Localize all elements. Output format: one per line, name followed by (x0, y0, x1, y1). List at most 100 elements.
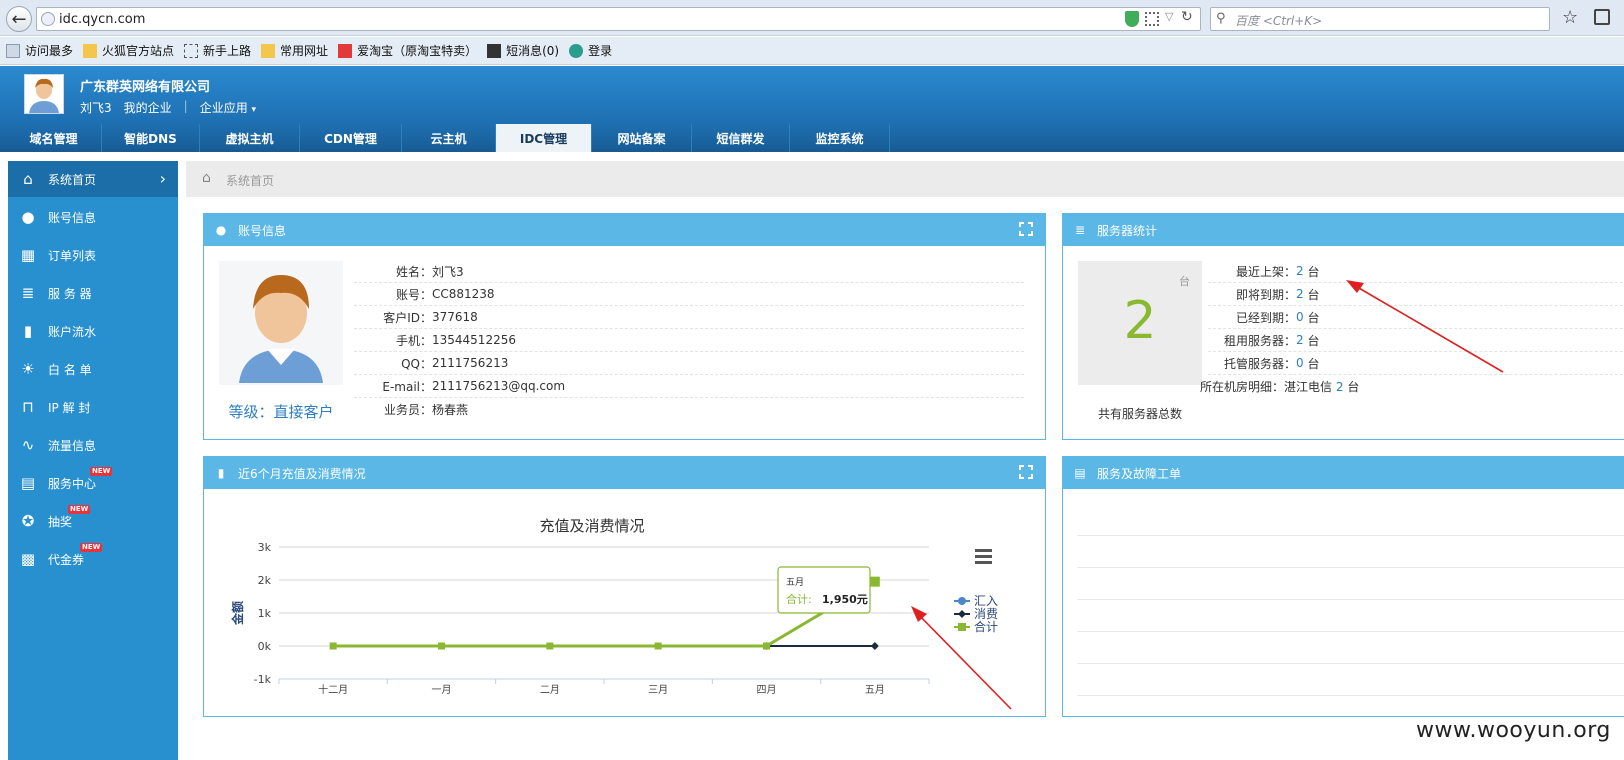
bookmark-common-sites[interactable]: 常用网址 (261, 42, 328, 59)
data-point (654, 642, 662, 650)
sidebar-item-vouchers[interactable]: ▩ 代金券 NEW (8, 541, 178, 577)
sun-icon: ☀ (21, 360, 35, 378)
y-tick-label: 0k (258, 640, 272, 653)
sidebar-item-billing[interactable]: ▮ 账户流水 (8, 313, 178, 349)
total-caption: 共有服务器总数 (1097, 407, 1182, 421)
user-icon: ● (21, 208, 35, 226)
chart: 充值及消费情况金额3k2k1k0k-1k十二月 一月 二月 三月 四月 五月五月合计: 1… (230, 517, 998, 696)
avatar[interactable] (24, 74, 64, 114)
bookmark-getting-started[interactable]: 新手上路 (184, 42, 251, 59)
bookmark-messages[interactable]: 短消息(0) (487, 42, 559, 59)
server-total-box: 台 2 (1078, 261, 1202, 385)
account-panel: ● 账号信息 等级：直接客户 姓名： 刘飞3 账号： CC881238 客户ID： 37… (203, 213, 1046, 440)
x-tick-label: 十二月 (318, 683, 348, 696)
sidebar-item-service-center[interactable]: ▤ 服务中心 NEW (8, 465, 178, 501)
tooltip-title: 五月 (786, 577, 804, 588)
sidebar: ⌂ 系统首页 › ● 账号信息 ▦ 订单列表 ≣ 服 务 器 ▮ 账户流水 ☀ 白 名 单 … (8, 161, 178, 760)
search-placeholder: 百度 <Ctrl+K> (1235, 14, 1323, 28)
panel-title: 服务器统计 (1097, 223, 1158, 238)
expand-icon[interactable] (1019, 465, 1033, 479)
new-badge: NEW (80, 543, 103, 552)
panel-title: 近6个月充值及消费情况 (238, 466, 366, 481)
tab-monitor[interactable]: 监控系统 (790, 124, 890, 152)
menu-icon (975, 561, 992, 564)
search-icon: ⚲ (1216, 11, 1226, 26)
tab-cdn[interactable]: CDN管理 (300, 124, 402, 152)
watermark: www.wooyun.org (1416, 718, 1611, 743)
tab-sms[interactable]: 短信群发 (692, 124, 790, 152)
reload-icon[interactable]: ↻ (1181, 9, 1193, 25)
divider (1077, 599, 1624, 600)
home-icon[interactable]: ⌂ (202, 170, 211, 186)
user-name-link[interactable]: 刘飞3 (80, 99, 112, 116)
divider (1077, 663, 1624, 664)
tooltip-value: 1,950元 (822, 593, 868, 606)
panel-header: ▤ 服务及故障工单 (1063, 457, 1624, 489)
bookmark-firefox-site[interactable]: 火狐官方站点 (83, 42, 174, 59)
clipboard-icon: ▤ (20, 474, 36, 492)
x-tick-label: 四月 (757, 684, 777, 696)
info-row: QQ： 2111756213 (354, 352, 1024, 375)
calendar-icon: ▦ (20, 246, 36, 264)
tab-domain[interactable]: 域名管理 (6, 124, 102, 152)
bookmarks-bar: 访问最多 火狐官方站点 新手上路 常用网址 爱淘宝（原淘宝特卖） 短消息(0) … (0, 37, 1624, 65)
sidebar-item-traffic[interactable]: ∿ 流量信息 (8, 427, 178, 463)
clipboard-icon: ▤ (1074, 466, 1086, 480)
stat-row: 租用服务器： 2 台 (1208, 329, 1624, 352)
legend-marker (958, 623, 966, 631)
panel-title: 服务及故障工单 (1097, 466, 1182, 481)
new-badge: NEW (90, 467, 113, 476)
sidebar-item-whitelist[interactable]: ☀ 白 名 单 (8, 351, 178, 387)
chart-title: 充值及消费情况 (539, 517, 644, 535)
user-icon: ● (215, 223, 227, 237)
unit-label: 台 (1179, 275, 1190, 288)
chevron-right-icon: › (159, 169, 166, 188)
back-button[interactable]: ← (6, 6, 32, 32)
browser-toolbar: ← idc.qycn.com ▽ ↻ ⚲ 百度 <Ctrl+K> ☆ (0, 0, 1624, 36)
dropdown-icon[interactable]: ▽ (1165, 10, 1173, 23)
customer-level: 等级：直接客户 (228, 403, 334, 421)
main-tabs: 域名管理 智能DNS 虚拟主机 CDN管理 云主机 IDC管理 网站备案 短信群… (0, 124, 1624, 152)
bar-chart-icon: ▮ (217, 466, 225, 480)
server-stats-panel: ≣ 服务器统计 台 2 共有服务器总数 最近上架： 2 台 即将到期： 2 台 已经到… (1062, 213, 1624, 440)
sidebar-item-account[interactable]: ● 账号信息 (8, 199, 178, 235)
app-header: 广东群英网络有限公司 刘飞3 我的企业 | 企业应用 ▾ (0, 66, 1624, 124)
bar-chart-icon: ▮ (23, 322, 33, 340)
my-enterprise-link[interactable]: 我的企业 (124, 99, 172, 116)
shield-icon[interactable] (1125, 11, 1139, 27)
sidebar-item-home[interactable]: ⌂ 系统首页 › (8, 161, 178, 197)
tab-vhost[interactable]: 虚拟主机 (200, 124, 300, 152)
legend-label: 汇入 (974, 594, 998, 608)
reading-list-icon[interactable] (1594, 9, 1610, 25)
star-icon[interactable]: ☆ (1562, 7, 1578, 28)
sidebar-item-lottery[interactable]: ✪ 抽奖 NEW (8, 503, 178, 539)
qrcode-icon[interactable] (1145, 12, 1159, 26)
sidebar-item-orders[interactable]: ▦ 订单列表 (8, 237, 178, 273)
search-box[interactable]: ⚲ 百度 <Ctrl+K> (1210, 7, 1550, 31)
panel-header: ≣ 服务器统计 (1063, 214, 1624, 246)
tab-cloud[interactable]: 云主机 (402, 124, 496, 152)
tab-icp[interactable]: 网站备案 (592, 124, 692, 152)
bookmark-most-visited[interactable]: 访问最多 (6, 42, 73, 59)
message-icon (487, 43, 502, 58)
taobao-icon (338, 43, 353, 58)
y-tick-label: 1k (258, 607, 272, 620)
stat-row: 即将到期： 2 台 (1208, 283, 1624, 306)
data-point (763, 642, 770, 650)
y-axis-label: 金额 (230, 601, 245, 626)
chart-panel: ▮ 近6个月充值及消费情况 充值及消费情况 金额 3k 2k 1k 0k -1k 十二月 一月 二月… (203, 456, 1046, 717)
tab-idc[interactable]: IDC管理 (496, 124, 592, 152)
enterprise-apps-link[interactable]: 企业应用 ▾ (200, 99, 256, 116)
data-point (869, 576, 880, 587)
sidebar-item-servers[interactable]: ≣ 服 务 器 (8, 275, 178, 311)
qrcode-icon: ▩ (20, 550, 36, 568)
address-bar[interactable]: idc.qycn.com ▽ ↻ (36, 7, 1201, 31)
tab-dns[interactable]: 智能DNS (102, 124, 200, 152)
stat-row: 托管服务器： 0 台 (1208, 352, 1624, 375)
sidebar-item-ip-unblock[interactable]: ⊓ IP 解 封 (8, 389, 178, 425)
bookmark-aitaobao[interactable]: 爱淘宝（原淘宝特卖） (338, 42, 477, 59)
bookmark-login[interactable]: 登录 (569, 42, 612, 59)
expand-icon[interactable] (1019, 222, 1033, 236)
pulse-icon: ∿ (21, 436, 35, 454)
x-tick-label: 二月 (540, 684, 560, 696)
